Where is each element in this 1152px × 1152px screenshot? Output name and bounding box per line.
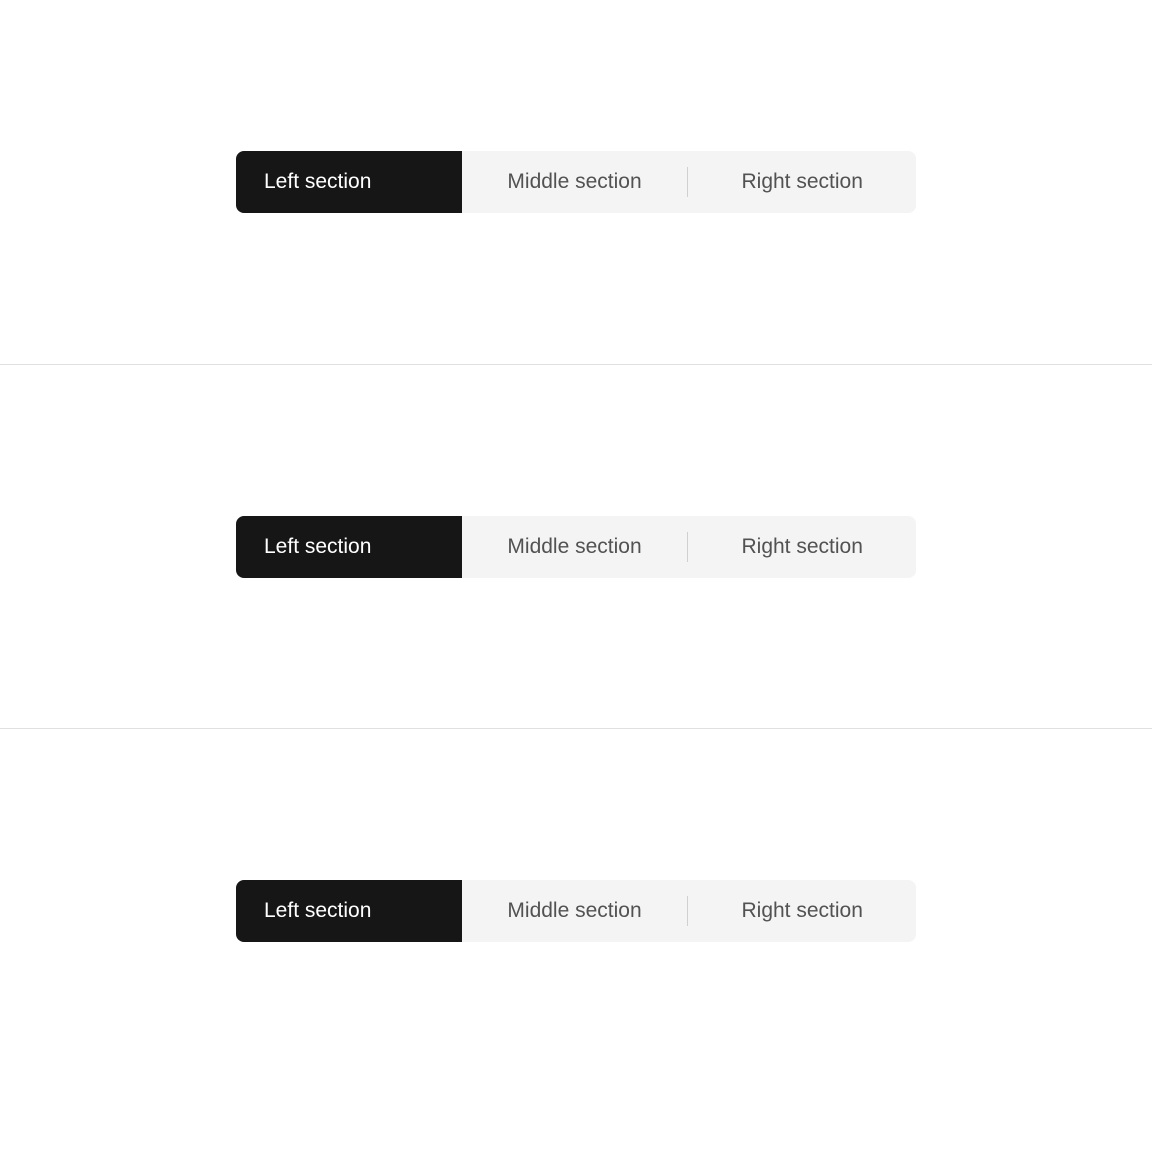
segment-right[interactable]: Right section: [688, 516, 916, 578]
segment-right-label: Right section: [741, 535, 862, 559]
segment-left-label: Left section: [264, 899, 371, 923]
segment-right[interactable]: Right section: [688, 880, 916, 942]
segment-left-label: Left section: [264, 170, 371, 194]
example-panel-2: Left section Middle section Right sectio…: [0, 364, 1152, 728]
segment-middle[interactable]: Middle section: [462, 516, 688, 578]
segment-right[interactable]: Right section: [688, 151, 916, 213]
segment-control: Left section Middle section Right sectio…: [236, 151, 916, 213]
segment-middle-label: Middle section: [507, 899, 641, 923]
segment-middle[interactable]: Middle section: [462, 880, 688, 942]
segment-middle-label: Middle section: [507, 170, 641, 194]
example-panel-1: Left section Middle section Right sectio…: [0, 0, 1152, 364]
segment-control: Left section Middle section Right sectio…: [236, 880, 916, 942]
segment-middle[interactable]: Middle section: [462, 151, 688, 213]
segment-right-label: Right section: [741, 899, 862, 923]
segment-left[interactable]: Left section: [236, 516, 462, 578]
segment-left[interactable]: Left section: [236, 880, 462, 942]
segment-left-label: Left section: [264, 535, 371, 559]
segment-control: Left section Middle section Right sectio…: [236, 516, 916, 578]
example-panel-3: Left section Middle section Right sectio…: [0, 728, 1152, 1152]
segment-left[interactable]: Left section: [236, 151, 462, 213]
segment-right-label: Right section: [741, 170, 862, 194]
segment-middle-label: Middle section: [507, 535, 641, 559]
